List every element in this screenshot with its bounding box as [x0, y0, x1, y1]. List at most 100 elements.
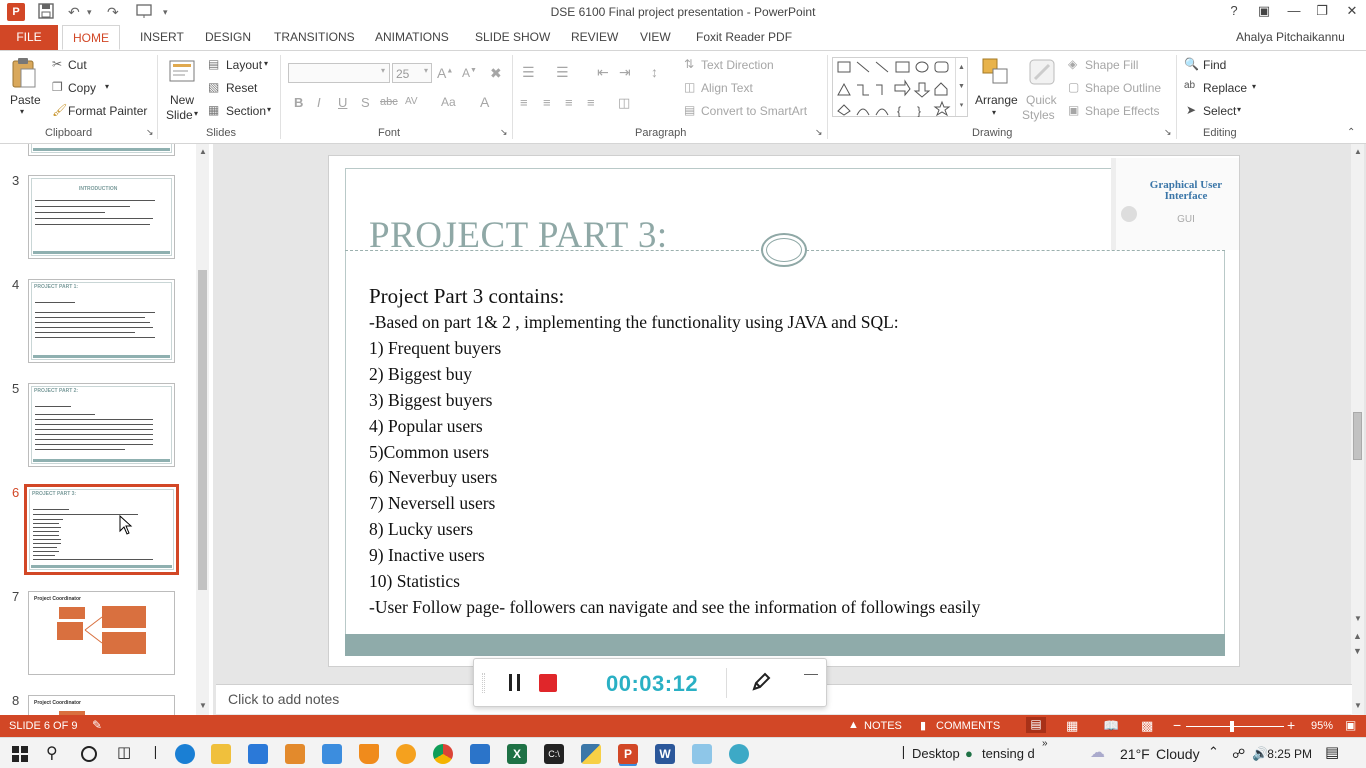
redo-icon[interactable]: ↷ — [107, 3, 119, 21]
ribbon-display-options-icon[interactable]: ▣ — [1250, 3, 1278, 19]
slide-scrollbar[interactable]: ▲ ▼ ▲ ▼ ▼ — [1351, 144, 1364, 715]
reading-view-icon[interactable]: 📖 — [1103, 718, 1119, 734]
cortana-icon[interactable] — [81, 746, 97, 762]
spell-check-icon[interactable]: ✎ — [92, 718, 102, 732]
command-prompt-icon[interactable]: C:\ — [544, 744, 564, 764]
layout-button[interactable]: Layout — [226, 58, 262, 72]
zoom-slider-thumb[interactable] — [1230, 721, 1234, 732]
increase-font-size-button[interactable]: A▲ — [437, 65, 453, 81]
tab-review[interactable]: REVIEW — [571, 30, 618, 44]
layout-icon[interactable]: ▤ — [208, 57, 219, 71]
minimize-button[interactable]: — — [1280, 3, 1308, 18]
paragraph-launcher-icon[interactable]: ↘ — [815, 127, 823, 138]
tab-animations[interactable]: ANIMATIONS — [375, 30, 449, 44]
thumbnail-scroll-thumb[interactable] — [198, 270, 207, 590]
slide-show-view-icon[interactable]: ▩ — [1141, 718, 1153, 734]
tab-design[interactable]: DESIGN — [205, 30, 251, 44]
paste-icon[interactable] — [10, 57, 38, 91]
undo-icon[interactable]: ↶ — [68, 3, 80, 21]
replace-dropdown-icon[interactable]: ▾ — [1252, 82, 1256, 91]
next-slide-icon[interactable]: ▼ — [1353, 646, 1362, 656]
font-color-button[interactable]: A — [480, 94, 489, 110]
zoom-out-button[interactable]: − — [1173, 717, 1181, 733]
notes-scroll-icon[interactable]: ▼ — [1354, 701, 1362, 710]
numbering-icon[interactable]: ☰ — [556, 64, 569, 81]
pause-icon[interactable] — [507, 674, 523, 692]
align-text-icon[interactable]: ◫ — [684, 80, 695, 94]
decrease-font-size-button[interactable]: A▼ — [462, 66, 477, 80]
show-hidden-icons-icon[interactable]: ⌃ — [1208, 744, 1219, 760]
format-painter-icon[interactable]: 🖌 — [52, 103, 67, 117]
new-slide-dropdown-icon[interactable]: ▾ — [194, 109, 198, 118]
section-icon[interactable]: ▦ — [208, 103, 219, 117]
excel-icon[interactable]: X — [507, 744, 527, 764]
thumbnail-scrollbar[interactable]: ▲ ▼ — [196, 144, 209, 715]
copy-icon[interactable]: ❐ — [52, 80, 63, 94]
arrange-icon[interactable] — [981, 57, 1011, 87]
italic-button[interactable]: I — [317, 95, 321, 110]
notes-button[interactable]: NOTES — [864, 720, 902, 732]
find-icon[interactable]: 🔍 — [1184, 57, 1199, 71]
select-button[interactable]: Select — [1203, 104, 1236, 118]
toolbar-overflow-icon[interactable]: » — [1042, 738, 1048, 749]
drawing-launcher-icon[interactable]: ↘ — [1164, 127, 1172, 138]
save-icon[interactable] — [38, 3, 54, 23]
normal-view-icon[interactable]: ▤ — [1026, 717, 1046, 733]
character-spacing-button[interactable]: AV — [405, 96, 418, 107]
shapes-gallery[interactable]: {} ▲ ▼ ▾ — [832, 57, 968, 117]
strikethrough-button[interactable]: abc — [380, 96, 398, 108]
find-button[interactable]: Find — [1203, 58, 1226, 72]
app-icon-orange[interactable] — [396, 744, 416, 764]
stop-icon[interactable] — [539, 674, 557, 692]
tab-slide-show[interactable]: SLIDE SHOW — [475, 30, 550, 44]
network-icon[interactable]: ☍ — [1232, 746, 1245, 762]
notifications-icon[interactable]: ▤ — [1325, 743, 1339, 761]
weather-temp[interactable]: 21°F — [1120, 746, 1150, 762]
select-icon[interactable]: ➤ — [1186, 103, 1196, 117]
slide-thumbnail-8[interactable]: Project Coordinator — [28, 695, 175, 715]
shape-fill-button[interactable]: Shape Fill — [1085, 58, 1138, 72]
slide-thumbnail-2[interactable] — [28, 144, 175, 156]
shape-fill-icon[interactable]: ◈ — [1068, 57, 1077, 71]
layout-dropdown-icon[interactable]: ▾ — [264, 59, 268, 68]
zoom-in-button[interactable]: + — [1287, 717, 1295, 733]
collapse-ribbon-icon[interactable]: ⌃ — [1347, 127, 1355, 138]
mail-icon[interactable] — [470, 744, 490, 764]
notes-icon[interactable]: ▲ — [848, 719, 859, 731]
previous-slide-icon[interactable]: ▲ — [1353, 631, 1362, 641]
align-text-button[interactable]: Align Text — [701, 81, 753, 95]
clear-formatting-icon[interactable]: ✖ — [490, 65, 502, 82]
convert-smartart-icon[interactable]: ▤ — [684, 103, 695, 117]
convert-to-smartart-button[interactable]: Convert to SmartArt — [701, 104, 807, 118]
store-icon[interactable] — [248, 744, 268, 764]
app-icon-gallery[interactable] — [322, 744, 342, 764]
increase-indent-icon[interactable]: ⇥ — [619, 64, 631, 81]
font-name-dropdown-icon[interactable]: ▾ — [381, 66, 385, 75]
new-slide-button[interactable]: New — [170, 93, 194, 107]
start-from-beginning-icon[interactable] — [136, 3, 154, 23]
weather-icon[interactable]: ☁ — [1090, 743, 1105, 761]
reset-button[interactable]: Reset — [226, 81, 257, 95]
vlc-icon[interactable] — [359, 744, 379, 764]
slide-title[interactable]: PROJECT PART 3: — [369, 214, 668, 257]
slide-thumbnail-3[interactable]: INTRODUCTION — [28, 175, 175, 259]
shape-outline-icon[interactable]: ▢ — [1068, 80, 1079, 94]
python-icon[interactable] — [581, 744, 601, 764]
comments-button[interactable]: COMMENTS — [936, 720, 1000, 732]
quick-styles-button[interactable]: Quick — [1026, 93, 1057, 107]
tab-view[interactable]: VIEW — [640, 30, 671, 44]
file-explorer-icon[interactable] — [211, 744, 231, 764]
tab-insert[interactable]: INSERT — [140, 30, 184, 44]
shape-effects-button[interactable]: Shape Effects — [1085, 104, 1160, 118]
edge-browser-icon[interactable] — [175, 744, 195, 764]
close-button[interactable]: ✕ — [1338, 3, 1366, 19]
new-slide-button-line2[interactable]: Slide — [166, 108, 193, 122]
scroll-down-icon[interactable]: ▼ — [1354, 614, 1362, 623]
paste-button[interactable]: Paste — [10, 93, 41, 107]
paste-dropdown-icon[interactable]: ▾ — [20, 107, 24, 116]
copy-dropdown-icon[interactable]: ▾ — [105, 82, 109, 91]
search-icon[interactable]: ⚲ — [46, 743, 58, 763]
slide-thumbnail-4[interactable]: PROJECT PART 1: — [28, 279, 175, 363]
help-icon[interactable]: ? — [1220, 3, 1248, 18]
font-name-box[interactable]: ▾ — [288, 63, 390, 83]
